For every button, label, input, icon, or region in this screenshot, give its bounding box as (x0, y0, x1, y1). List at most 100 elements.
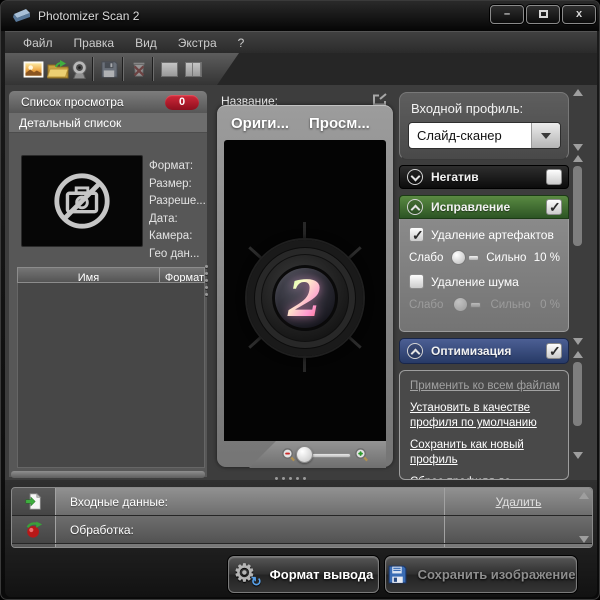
noise-strength-row: Слабо Сильно 0 % (409, 297, 560, 312)
tab-preview[interactable]: Просм... (309, 115, 370, 132)
horizontal-splitter-grip[interactable] (275, 477, 306, 480)
save-image-button[interactable]: Сохранить изображение (385, 556, 577, 593)
close-button[interactable]: x (562, 5, 596, 24)
zoom-slider-knob[interactable] (296, 446, 313, 463)
scroll-up-icon[interactable] (573, 155, 583, 162)
section-optimization[interactable]: Оптимизация (399, 338, 569, 364)
menu-view[interactable]: Вид (131, 35, 161, 51)
delete-button[interactable] (127, 57, 151, 81)
dropdown-button[interactable] (531, 123, 560, 148)
output-format-button[interactable]: ⚙ ↻ Формат вывода (228, 556, 379, 593)
section-negative[interactable]: Негатив (399, 165, 569, 189)
expand-icon[interactable] (407, 169, 423, 185)
column-name[interactable]: Имя (18, 268, 160, 282)
profile-links-box: Применить ко всем файлам Установить в ка… (399, 370, 569, 480)
output-format-label: Формат вывода (269, 567, 374, 582)
scroll-down-icon[interactable] (573, 452, 583, 459)
maximize-button[interactable] (526, 5, 560, 24)
optimization-checkbox[interactable] (546, 343, 562, 360)
reset-profile-link[interactable]: Сброс профиля до оригинального (410, 475, 562, 479)
profile-select[interactable]: Слайд-сканер (408, 122, 561, 149)
detail-list-tab[interactable]: Детальный список (9, 113, 207, 133)
file-table-header: Имя Формат (17, 267, 205, 283)
zoom-out-icon[interactable] (281, 447, 296, 462)
scroll-up-icon[interactable] (573, 89, 583, 96)
profile-selected-value: Слайд-сканер (417, 128, 502, 143)
chevron-down-icon (541, 132, 551, 139)
optimization-title: Оптимизация (431, 344, 512, 358)
delete-input-link[interactable]: Удалить (496, 495, 542, 509)
file-count-badge: 0 (165, 94, 199, 110)
tab-original[interactable]: Ориги... (231, 115, 289, 132)
scroll-thumb[interactable] (573, 362, 582, 426)
strong-label: Сильно (490, 298, 531, 311)
scrollbar[interactable] (571, 153, 585, 347)
correction-checkbox[interactable] (546, 199, 562, 216)
save-floppy-icon (388, 565, 407, 584)
scroll-thumb[interactable] (573, 166, 582, 246)
zoom-in-icon[interactable] (354, 447, 369, 462)
noise-checkbox[interactable] (409, 274, 424, 289)
scroll-down-icon[interactable] (573, 338, 583, 345)
info-camera: Камера: (149, 230, 193, 242)
collapse-icon[interactable] (407, 343, 423, 359)
info-geodata: Гео дан... (149, 247, 200, 260)
scroll-up-icon[interactable] (573, 351, 583, 358)
info-size: Размер: (149, 177, 192, 190)
toolbar-separator (122, 57, 124, 81)
scroll-up-icon[interactable] (579, 492, 589, 499)
image-info-labels: Формат: Размер: Разреше... Дата: Камера:… (149, 158, 206, 263)
artifacts-value: 10 % (533, 251, 560, 264)
preview-viewport: 2 (224, 140, 386, 441)
delete-trash-icon (133, 62, 145, 77)
collapse-icon[interactable] (407, 199, 423, 215)
negative-checkbox[interactable] (546, 169, 562, 185)
horizontal-splitter[interactable] (11, 471, 205, 478)
scrollbar[interactable] (571, 87, 585, 153)
column-format[interactable]: Формат (160, 268, 204, 282)
info-date: Дата: (149, 212, 178, 225)
empty-preview-thumbnail (21, 155, 143, 247)
menu-bar: Файл Правка Вид Экстра ? (5, 31, 597, 53)
two-pane-icon (184, 61, 202, 77)
acquire-scanner-button[interactable] (67, 57, 91, 81)
apply-to-all-link[interactable]: Применить ко всем файлам (410, 379, 562, 394)
scroll-down-icon[interactable] (573, 144, 583, 151)
status-label: Обработка: (70, 522, 134, 537)
status-row-clipped (12, 544, 592, 547)
menu-edit[interactable]: Правка (70, 35, 119, 51)
toolbar-separator (92, 57, 94, 81)
lens-glass: 2 (272, 265, 338, 331)
section-correction[interactable]: Исправление (399, 195, 569, 219)
photomizer-lens-logo: 2 (247, 240, 363, 356)
save-new-profile-link[interactable]: Сохранить как новый профиль (410, 438, 562, 468)
noise-slider[interactable] (452, 297, 481, 312)
processing-status-list: Входные данные: Удалить Обработка: (11, 487, 593, 548)
single-view-button[interactable] (157, 57, 181, 81)
scroll-down-icon[interactable] (579, 536, 589, 543)
no-camera-icon (54, 173, 110, 229)
weak-label: Слабо (409, 298, 444, 311)
strong-label: Сильно (486, 251, 527, 264)
browse-list-title: Список просмотра (21, 95, 124, 109)
browse-list-header[interactable]: Список просмотра 0 (9, 91, 207, 113)
save-button[interactable] (97, 57, 121, 81)
noise-label: Удаление шума (431, 274, 519, 289)
status-label (56, 544, 444, 547)
scrollbar[interactable] (571, 349, 585, 461)
split-view-button[interactable] (181, 57, 205, 81)
weak-label: Слабо (409, 251, 444, 264)
processing-icon (12, 516, 56, 543)
menu-help[interactable]: ? (234, 35, 249, 51)
artifacts-slider[interactable] (450, 250, 479, 265)
menu-extra[interactable]: Экстра (174, 35, 221, 51)
panel-splitter-grip[interactable] (205, 265, 208, 296)
info-format: Формат: (149, 160, 194, 172)
artifacts-checkbox[interactable] (409, 227, 424, 244)
minimize-button[interactable]: – (490, 5, 524, 24)
info-resolution: Разреше... (149, 195, 206, 207)
new-image-button[interactable] (21, 57, 45, 81)
title-bar[interactable]: Photomizer Scan 2 – x (1, 1, 599, 31)
menu-file[interactable]: Файл (19, 35, 57, 51)
set-default-profile-link[interactable]: Установить в качестве профиля по умолчан… (410, 401, 562, 431)
